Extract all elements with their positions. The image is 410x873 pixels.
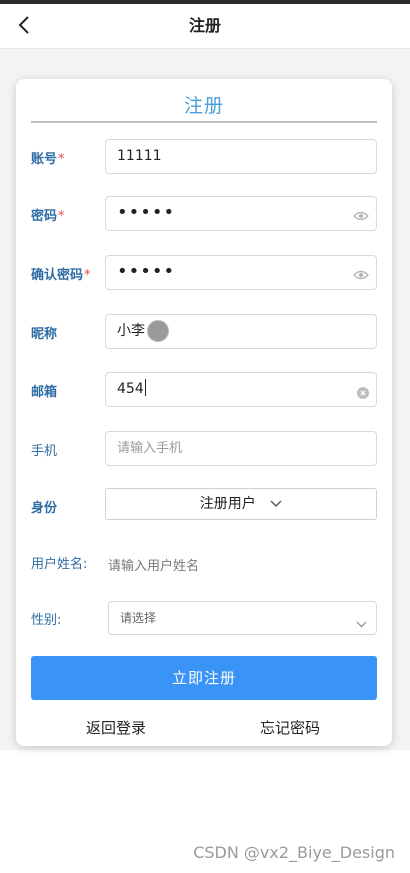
password-label-text: 密码 [31,209,58,224]
account-label: 账号* [31,148,65,167]
identity-dropdown[interactable]: 注册用户 [105,488,377,520]
required-mark: * [58,209,65,224]
password-input[interactable]: ••••• [105,196,377,231]
register-card: 注册 账号* 11111 密码* ••••• 确认密码* ••••• 昵称 小李… [16,79,392,746]
identity-label: 身份 [31,501,58,516]
chevron-down-icon [356,613,367,632]
watermark: CSDN @vx2_Biye_Design [193,843,395,862]
password-label: 密码* [31,205,65,224]
navigation-bar: 注册 [0,4,410,49]
chevron-down-icon [270,489,282,519]
page-title: 注册 [188,16,221,35]
form-heading: 注册 [183,95,224,117]
username-input[interactable]: 请输入用户姓名 [108,555,199,574]
clear-icon[interactable] [357,384,369,403]
nickname-value: 小李 [117,323,145,339]
email-value-wrap: 454 [117,373,146,406]
username-label: 用户姓名: [31,557,88,572]
account-value: 11111 [117,148,162,164]
confirm-password-input[interactable]: ••••• [105,255,377,290]
account-label-text: 账号 [31,152,58,167]
gender-label: 性别: [31,613,62,628]
account-input[interactable]: 11111 [105,139,377,174]
phone-label: 手机 [31,444,58,459]
touch-indicator [147,320,169,342]
required-mark: * [58,152,65,167]
email-value: 454 [117,381,144,397]
phone-placeholder: 请输入手机 [117,441,183,456]
nickname-input[interactable]: 小李 [105,314,377,349]
gender-select[interactable]: 请选择 [108,601,377,635]
register-button[interactable]: 立即注册 [31,656,377,700]
confirm-password-value: ••••• [117,261,176,282]
forgot-password-link[interactable]: 忘记密码 [260,717,320,738]
required-mark: * [84,268,91,283]
eye-icon[interactable] [353,266,369,285]
gender-placeholder: 请选择 [120,611,157,625]
confirm-password-label: 确认密码* [31,264,91,283]
phone-input[interactable]: 请输入手机 [105,431,377,466]
email-label: 邮箱 [31,385,58,400]
confirm-password-label-text: 确认密码 [31,268,84,283]
nickname-label: 昵称 [31,327,58,342]
email-input[interactable]: 454 [105,372,377,407]
identity-value: 注册用户 [199,496,256,512]
eye-icon[interactable] [353,207,369,226]
password-value: ••••• [117,202,176,223]
back-to-login-link[interactable]: 返回登录 [86,717,146,738]
text-cursor [144,379,146,396]
heading-divider [31,121,377,123]
